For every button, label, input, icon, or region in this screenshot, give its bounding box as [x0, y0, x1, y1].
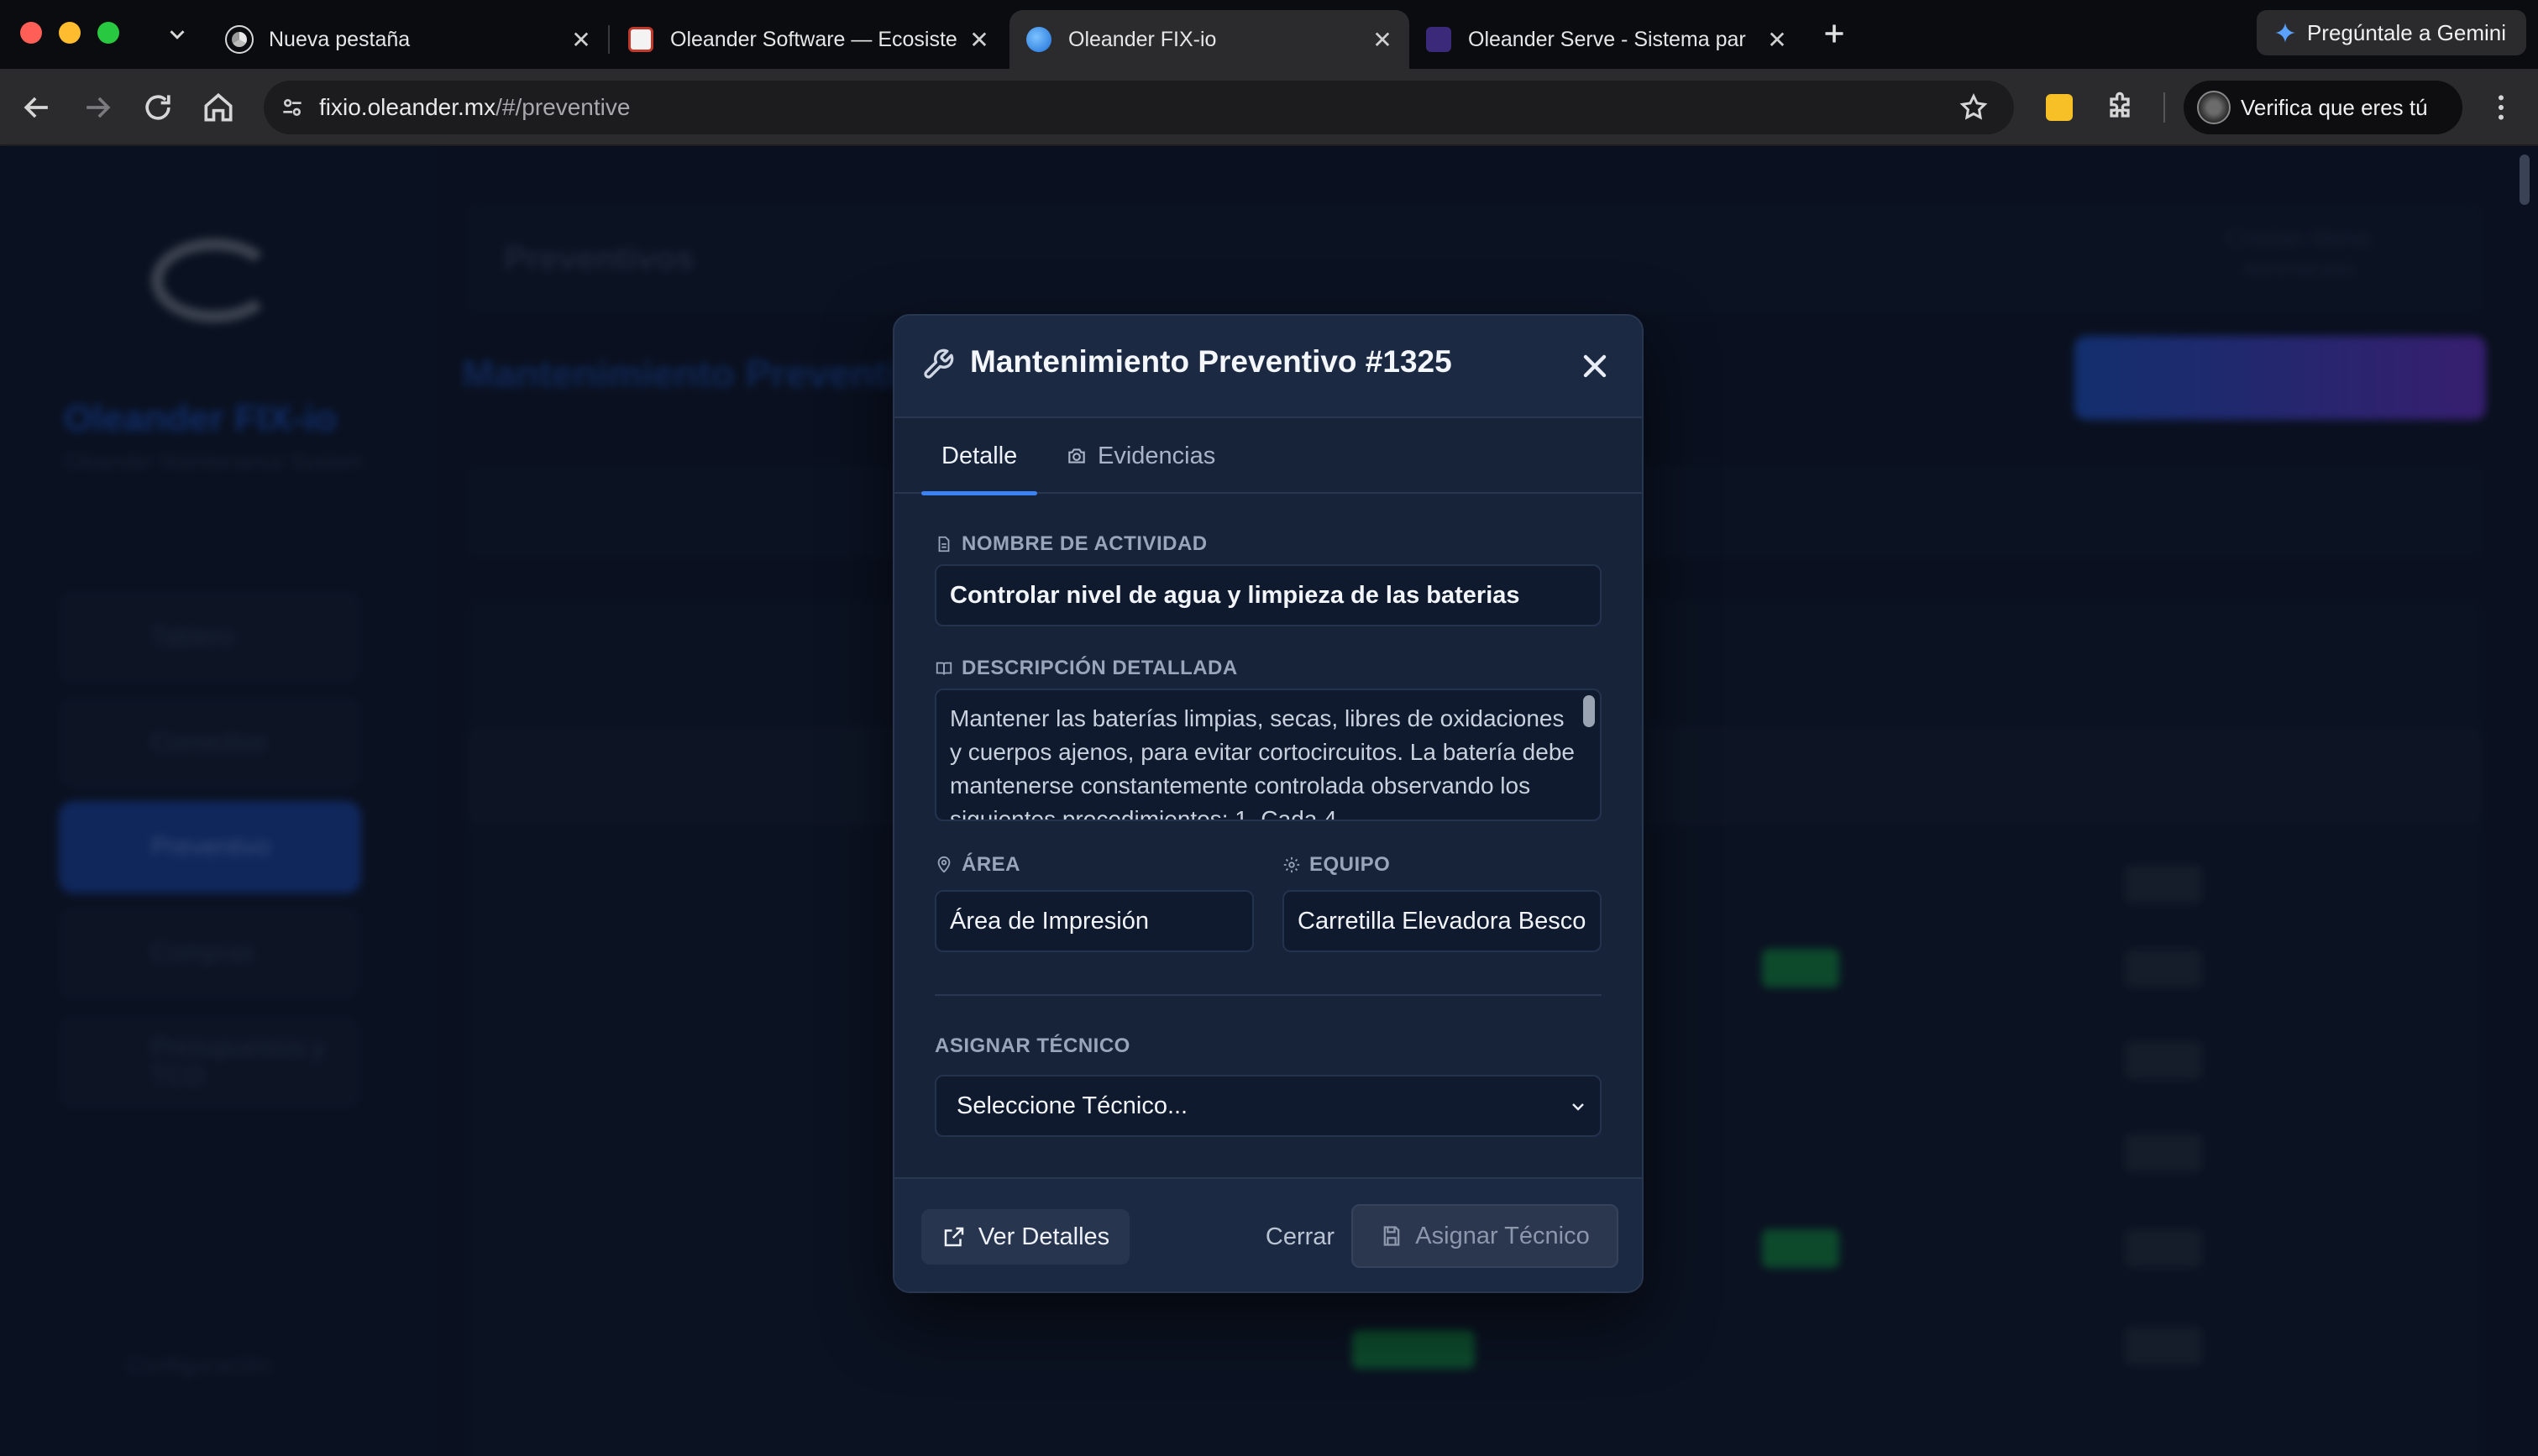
extension-icon-yellow[interactable]	[2046, 94, 2073, 121]
tab-separator	[608, 25, 610, 54]
fixio-favicon-icon	[1026, 27, 1051, 52]
technician-select[interactable]: Seleccione Técnico...	[935, 1075, 1602, 1137]
tab-close-icon[interactable]: ✕	[1366, 26, 1399, 54]
tab-new-tab[interactable]: Nueva pestaña ✕	[210, 10, 608, 69]
bookmark-star-icon[interactable]	[1959, 92, 1989, 123]
save-icon	[1383, 1226, 1400, 1246]
page-scrollbar[interactable]	[2520, 155, 2530, 205]
external-link-icon	[944, 1227, 964, 1247]
gemini-label: Pregúntale a Gemini	[2306, 19, 2506, 45]
area-label: ÁREA	[935, 853, 1020, 877]
tab-close-icon[interactable]: ✕	[1760, 26, 1794, 54]
back-arrow-icon[interactable]	[18, 89, 55, 126]
tab-oleander-fixio[interactable]: Oleander FIX-io ✕	[1009, 10, 1409, 69]
modal-footer: Ver Detalles Cerrar Asignar Técnico	[894, 1177, 1642, 1291]
gear-icon	[1283, 856, 1300, 873]
modal-tabs: Detalle Evidencias	[894, 418, 1642, 495]
oleander-favicon-icon	[628, 27, 653, 52]
tab-oleander-software[interactable]: Oleander Software — Ecosiste ✕	[611, 10, 1006, 69]
description-textarea[interactable]: Mantener las baterías limpias, secas, li…	[935, 689, 1602, 821]
url-host: fixio.oleander.mx	[319, 94, 496, 120]
document-icon	[938, 536, 950, 553]
tab-title: Oleander Serve - Sistema par	[1468, 27, 1746, 51]
chrome-icon	[225, 25, 254, 54]
toolbar-divider	[2163, 92, 2165, 123]
tab-title: Oleander FIX-io	[1068, 27, 1217, 51]
equipment-label: EQUIPO	[1282, 853, 1390, 877]
window-minimize-dot[interactable]	[59, 22, 81, 44]
description-label: DESCRIPCIÓN DETALLADA	[935, 657, 1238, 680]
profile-label: Verifica que eres tú	[2241, 94, 2428, 120]
address-bar[interactable]: fixio.oleander.mx/#/preventive	[264, 81, 2014, 134]
view-details-button[interactable]: Ver Detalles	[921, 1209, 1130, 1265]
url-path: /#/preventive	[496, 94, 631, 120]
tab-close-icon[interactable]: ✕	[564, 26, 598, 54]
tab-label: Evidencias	[1098, 442, 1216, 469]
browser-tab-strip: Nueva pestaña ✕ Oleander Software — Ecos…	[0, 0, 2538, 69]
extensions-puzzle-icon[interactable]	[2103, 91, 2137, 124]
reload-icon[interactable]	[139, 89, 176, 126]
new-tab-plus-icon[interactable]	[1819, 18, 1849, 49]
book-icon	[936, 662, 952, 675]
tab-close-icon[interactable]: ✕	[962, 26, 996, 54]
window-close-dot[interactable]	[20, 22, 42, 44]
camera-icon	[1068, 448, 1085, 464]
forward-arrow-icon[interactable]	[79, 89, 116, 126]
avatar	[2197, 91, 2231, 124]
chevron-down-icon	[1572, 1103, 1584, 1111]
area-field[interactable]: Área de Impresión	[935, 890, 1254, 952]
preventive-maintenance-modal: Mantenimiento Preventivo #1325 Detalle E…	[893, 314, 1644, 1293]
close-button[interactable]: Cerrar	[1230, 1209, 1370, 1265]
textarea-scrollbar[interactable]	[1583, 695, 1595, 727]
wrench-icon	[924, 348, 954, 379]
tab-evidencias[interactable]: Evidencias	[1066, 418, 1215, 494]
site-settings-icon[interactable]	[279, 94, 306, 121]
tab-title: Nueva pestaña	[269, 27, 411, 51]
activity-name-field[interactable]: Controlar nivel de agua y limpieza de la…	[935, 564, 1602, 626]
serve-favicon-icon	[1426, 27, 1451, 52]
browser-menu-icon[interactable]	[2484, 91, 2518, 124]
section-divider	[935, 994, 1602, 996]
assign-technician-button[interactable]: Asignar Técnico	[1351, 1204, 1618, 1268]
assign-technician-label: ASIGNAR TÉCNICO	[935, 1034, 1130, 1057]
window-maximize-dot[interactable]	[97, 22, 119, 44]
home-icon[interactable]	[200, 89, 237, 126]
tab-oleander-serve[interactable]: Oleander Serve - Sistema par ✕	[1409, 10, 1804, 69]
tab-title: Oleander Software — Ecosiste	[670, 27, 957, 51]
equipment-field[interactable]: Carretilla Elevadora Besco	[1282, 890, 1602, 952]
modal-header: Mantenimiento Preventivo #1325	[894, 316, 1642, 418]
tab-label: Detalle	[941, 442, 1018, 469]
map-pin-icon	[937, 856, 951, 873]
modal-title: Mantenimiento Preventivo #1325	[970, 344, 1452, 379]
activity-label: NOMBRE DE ACTIVIDAD	[935, 532, 1208, 556]
profile-verify-button[interactable]: Verifica que eres tú	[2184, 81, 2462, 134]
tab-search-chevron-icon[interactable]	[165, 22, 190, 47]
technician-select-value: Seleccione Técnico...	[957, 1092, 1188, 1119]
close-icon[interactable]	[1576, 348, 1613, 385]
gemini-button[interactable]: Pregúntale a Gemini	[2256, 10, 2526, 55]
gemini-sparkle-icon	[2275, 23, 2295, 43]
tab-detalle[interactable]: Detalle	[921, 418, 1038, 495]
